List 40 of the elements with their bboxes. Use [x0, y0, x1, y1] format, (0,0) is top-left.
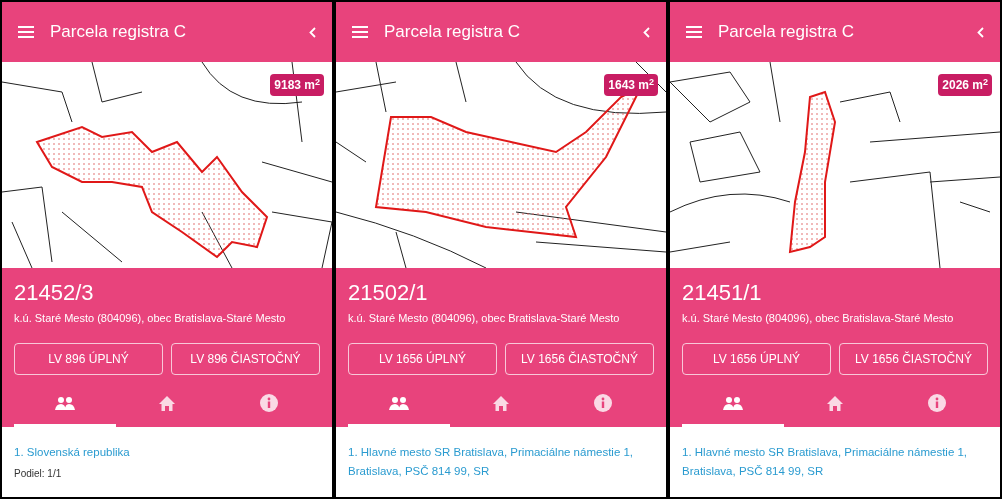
- cadastral-area: k.ú. Staré Mesto (804096), obec Bratislava-Staré Mesto: [682, 310, 988, 327]
- sheet-button[interactable]: LV 1656 ÚPLNÝ: [348, 342, 497, 375]
- cadastral-area: k.ú. Staré Mesto (804096), obec Bratislava-Staré Mesto: [14, 310, 320, 327]
- sheet-button[interactable]: LV 1656 ČIASTOČNÝ: [839, 342, 988, 375]
- map-drawing[interactable]: [2, 62, 332, 268]
- owner-name[interactable]: 1. Hlavné mesto SR Bratislava, Primaciálne námestie 1, Bratislava, PSČ 814 99, SR: [348, 442, 654, 481]
- screen-title: Parcela registra C: [50, 21, 188, 44]
- owner-name[interactable]: 1. Slovenská republika: [14, 442, 320, 462]
- ownership-share: Podiel: 1/1: [14, 466, 63, 481]
- screen-title: Parcela registra C: [384, 21, 522, 44]
- back-icon[interactable]: [977, 26, 984, 38]
- sheet-button[interactable]: LV 1656 ÚPLNÝ: [682, 342, 831, 375]
- cadastral-area: k.ú. Staré Mesto (804096), obec Bratislava-Staré Mesto: [348, 310, 654, 327]
- owner-name[interactable]: 1. Hlavné mesto SR Bratislava, Primaciálne námestie 1, Bratislava, PSČ 814 99, SR: [682, 442, 988, 481]
- sheet-button[interactable]: LV 896 ČIASTOČNÝ: [171, 342, 320, 375]
- parcel-number: 21451/1: [682, 280, 763, 306]
- people-icon: [55, 396, 75, 410]
- screen-title: Parcela registra C: [718, 21, 856, 44]
- info-icon: [260, 394, 278, 412]
- area-badge: 1643 m$^{2}$: [604, 74, 658, 96]
- area-badge: 9183 m$^{2}$: [270, 74, 324, 96]
- back-icon[interactable]: [643, 26, 650, 38]
- sheet-button[interactable]: LV 896 ÚPLNÝ: [14, 342, 163, 375]
- sheet-button[interactable]: LV 1656 ČIASTOČNÝ: [505, 342, 654, 375]
- parcel-number: 21502/1: [348, 280, 429, 306]
- back-icon[interactable]: [309, 26, 316, 38]
- map-drawing[interactable]: [670, 62, 1000, 268]
- people-icon: [389, 396, 409, 410]
- menu-icon[interactable]: [18, 26, 34, 38]
- parcel-number: 21452/3: [14, 280, 95, 306]
- map-drawing[interactable]: [336, 62, 666, 268]
- area-badge: 2026 m$^{2}$: [938, 74, 992, 96]
- home-icon: [827, 395, 843, 411]
- menu-icon[interactable]: [352, 26, 368, 38]
- info-icon: [928, 394, 946, 412]
- menu-icon[interactable]: [686, 26, 702, 38]
- home-icon: [493, 395, 509, 411]
- people-icon: [723, 396, 743, 410]
- info-icon: [594, 394, 612, 412]
- home-icon: [159, 395, 175, 411]
